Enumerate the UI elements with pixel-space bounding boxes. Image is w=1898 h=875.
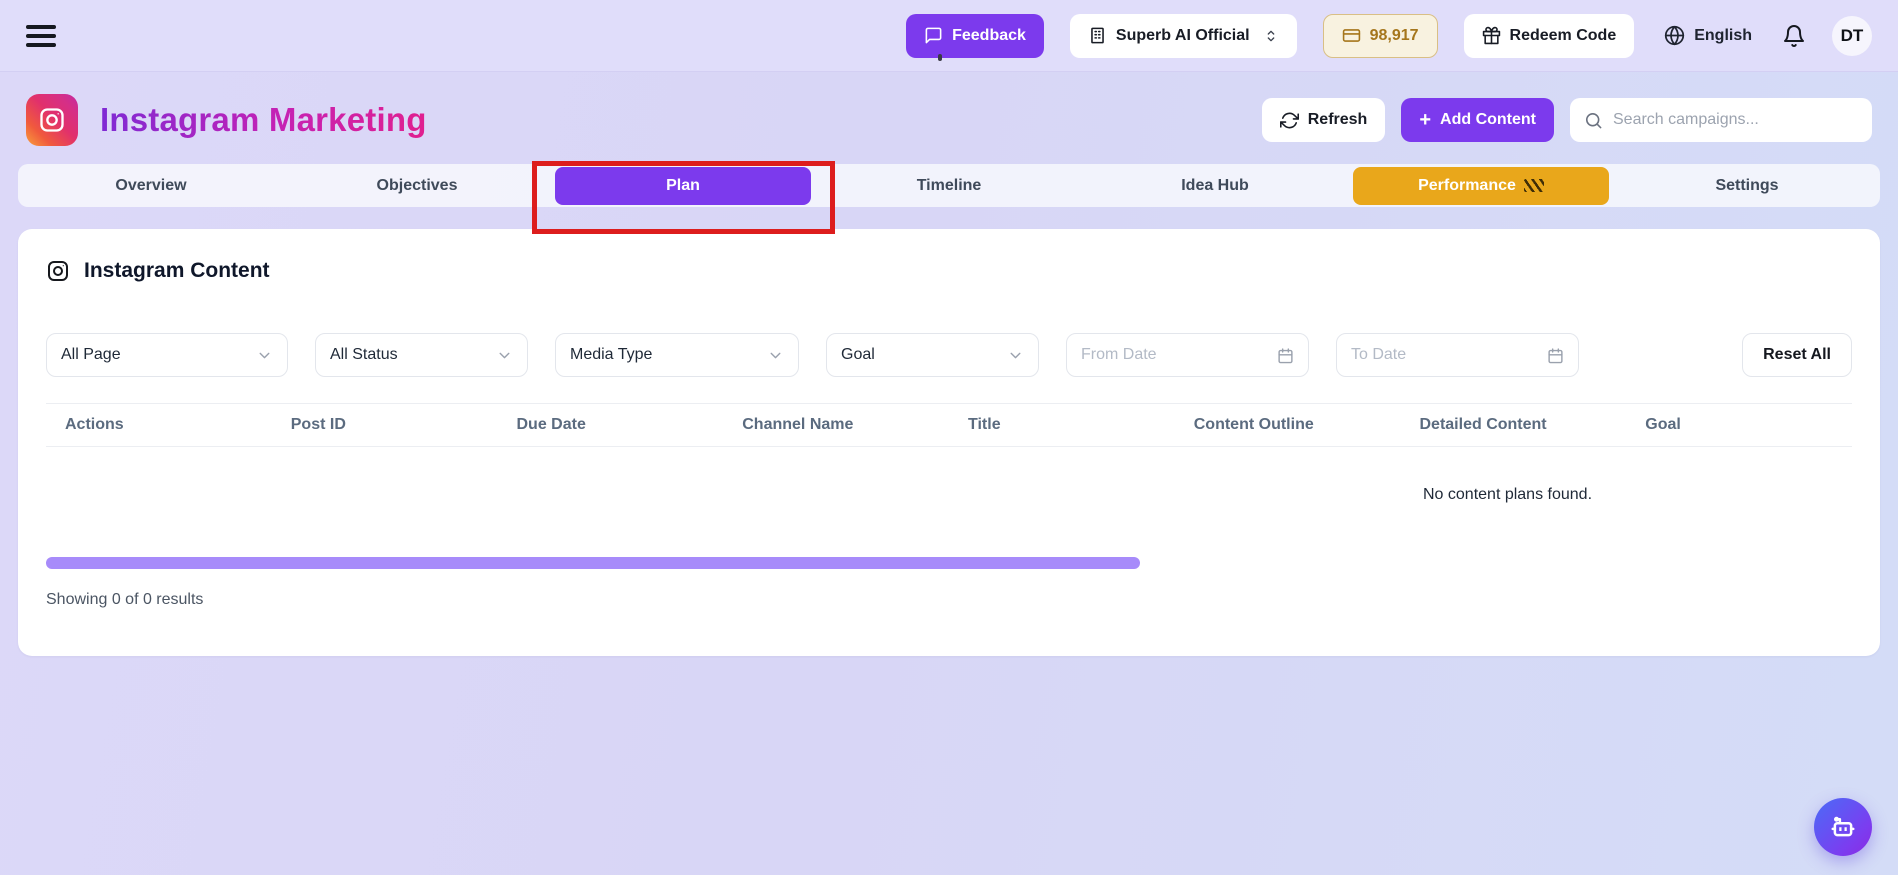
tab-plan[interactable]: Plan	[550, 164, 816, 207]
from-date-input[interactable]: From Date	[1066, 333, 1309, 377]
chevron-down-icon	[496, 347, 513, 364]
filter-bar: All Page All Status Media Type Goal From…	[46, 333, 1852, 377]
credit-card-icon	[1342, 26, 1361, 45]
column-header-title: Title	[949, 416, 1175, 434]
table-header-row: Actions Post ID Due Date Channel Name Ti…	[46, 403, 1852, 447]
column-header-detailed-content: Detailed Content	[1401, 416, 1627, 434]
page-header: Instagram Marketing Refresh + Add Conten…	[0, 72, 1898, 164]
search-input[interactable]	[1613, 111, 1858, 129]
plus-icon: +	[1419, 110, 1431, 130]
avatar-initials: DT	[1841, 26, 1864, 46]
results-summary: Showing 0 of 0 results	[46, 591, 1852, 656]
tab-timeline[interactable]: Timeline	[816, 164, 1082, 207]
section-title: Instagram Content	[46, 259, 1852, 283]
tab-settings[interactable]: Settings	[1614, 164, 1880, 207]
empty-message: No content plans found.	[1423, 486, 1592, 504]
tab-performance[interactable]: Performance	[1348, 164, 1614, 207]
gift-icon	[1482, 26, 1501, 45]
campaign-search[interactable]	[1570, 98, 1872, 142]
ai-assistant-fab[interactable]	[1814, 798, 1872, 856]
page-filter-select[interactable]: All Page	[46, 333, 288, 377]
media-type-filter-select[interactable]: Media Type	[555, 333, 799, 377]
refresh-label: Refresh	[1308, 111, 1368, 129]
scrollbar-thumb[interactable]	[46, 557, 1140, 569]
column-header-actions: Actions	[46, 416, 272, 434]
column-header-goal: Goal	[1626, 416, 1852, 434]
instagram-content-card: Instagram Content All Page All Status Me…	[18, 229, 1880, 656]
hamburger-menu-icon[interactable]	[26, 25, 56, 47]
to-date-input[interactable]: To Date	[1336, 333, 1579, 377]
refresh-button[interactable]: Refresh	[1262, 98, 1386, 142]
chevron-down-icon	[767, 347, 784, 364]
credits-value: 98,917	[1370, 27, 1419, 45]
language-label: English	[1694, 27, 1752, 45]
search-icon	[1584, 111, 1603, 130]
section-title-label: Instagram Content	[84, 259, 270, 283]
chevron-down-icon	[256, 347, 273, 364]
tab-overview[interactable]: Overview	[18, 164, 284, 207]
column-header-channel-name: Channel Name	[723, 416, 949, 434]
tab-performance-pill[interactable]: Performance	[1353, 167, 1608, 205]
building-icon	[1088, 26, 1107, 45]
speech-bubble-icon	[924, 26, 943, 45]
robot-icon	[1828, 812, 1858, 842]
tab-objectives[interactable]: Objectives	[284, 164, 550, 207]
instagram-outline-icon	[46, 259, 70, 283]
instagram-app-icon	[26, 94, 78, 146]
column-header-content-outline: Content Outline	[1175, 416, 1401, 434]
globe-icon	[1664, 25, 1685, 46]
status-filter-select[interactable]: All Status	[315, 333, 528, 377]
column-header-due-date: Due Date	[498, 416, 724, 434]
chevrons-up-down-icon	[1263, 28, 1279, 44]
calendar-icon	[1547, 347, 1564, 364]
tab-plan-active-pill[interactable]: Plan	[555, 167, 810, 205]
feedback-label: Feedback	[952, 27, 1026, 45]
refresh-icon	[1280, 111, 1299, 130]
page-title: Instagram Marketing	[100, 101, 427, 139]
cursor-artifact	[938, 54, 942, 61]
chevron-down-icon	[1007, 347, 1024, 364]
hatch-badge-icon	[1524, 179, 1544, 192]
user-avatar[interactable]: DT	[1832, 16, 1872, 56]
goal-filter-select[interactable]: Goal	[826, 333, 1039, 377]
campaign-tabs: Overview Objectives Plan Timeline Idea H…	[18, 164, 1880, 207]
tab-idea-hub[interactable]: Idea Hub	[1082, 164, 1348, 207]
redeem-code-button[interactable]: Redeem Code	[1464, 14, 1635, 58]
credits-badge[interactable]: 98,917	[1323, 14, 1438, 58]
top-bar: Feedback Superb AI Official 98,917 Redee…	[0, 0, 1898, 72]
table-empty-state: No content plans found.	[46, 447, 1852, 543]
add-content-button[interactable]: + Add Content	[1401, 98, 1554, 142]
language-selector[interactable]: English	[1660, 14, 1756, 58]
horizontal-scrollbar	[46, 557, 1852, 569]
add-content-label: Add Content	[1440, 111, 1536, 129]
column-header-post-id: Post ID	[272, 416, 498, 434]
calendar-icon	[1277, 347, 1294, 364]
feedback-button[interactable]: Feedback	[906, 14, 1044, 58]
workspace-selector[interactable]: Superb AI Official	[1070, 14, 1297, 58]
reset-all-button[interactable]: Reset All	[1742, 333, 1852, 377]
notification-bell-icon[interactable]	[1782, 24, 1806, 48]
redeem-code-label: Redeem Code	[1510, 27, 1617, 45]
workspace-name: Superb AI Official	[1116, 27, 1250, 45]
instagram-glyph-icon	[38, 106, 66, 134]
